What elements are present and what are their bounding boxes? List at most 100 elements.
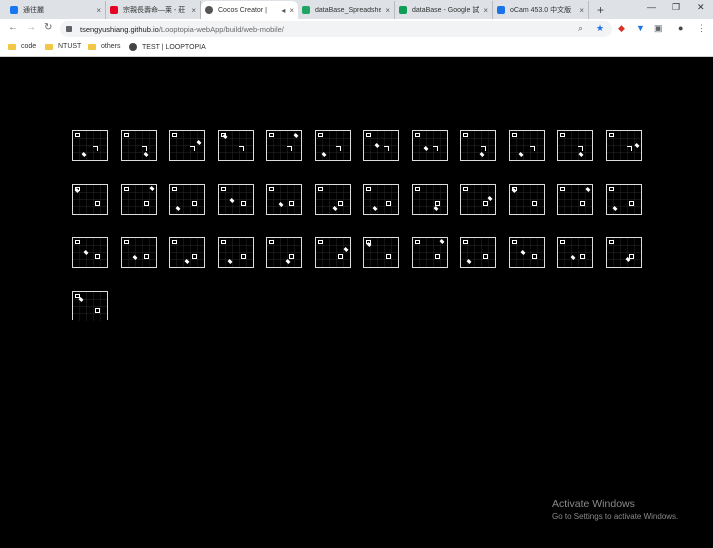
close-icon[interactable]: ×: [579, 6, 584, 15]
level-tile[interactable]: [363, 130, 399, 161]
facebook-icon: [10, 6, 18, 14]
goal-marker: [190, 146, 195, 151]
level-tile[interactable]: [169, 237, 205, 268]
url-path: /Looptopia-webApp/build/web-mobile/: [158, 24, 284, 34]
tab-label: dataBase_Spreadshe: [315, 6, 382, 14]
tab-facebook[interactable]: 通往麗 ×: [6, 1, 106, 19]
shield-icon[interactable]: ◆: [618, 23, 625, 34]
level-tile[interactable]: [314, 183, 351, 215]
level-tile[interactable]: [460, 130, 496, 161]
goal-marker: [531, 200, 537, 206]
tab-cocos-creator[interactable]: Cocos Creator | ◂ ×: [201, 1, 298, 19]
forward-icon[interactable]: →: [26, 22, 36, 33]
close-icon[interactable]: ×: [191, 6, 196, 15]
avatar[interactable]: ●: [678, 23, 683, 33]
level-tile[interactable]: [363, 183, 399, 215]
address-bar[interactable]: tsengyushiang.github.io /Looptopia-webAp…: [60, 21, 612, 37]
start-marker: [220, 186, 226, 191]
goal-marker: [238, 146, 244, 151]
level-tile[interactable]: [411, 130, 448, 161]
level-tile[interactable]: [217, 183, 254, 215]
goal-marker: [483, 254, 488, 259]
goal-marker: [192, 254, 197, 259]
globe-icon: [129, 43, 137, 51]
lock-icon: [66, 26, 72, 32]
game-canvas[interactable]: [0, 57, 713, 548]
level-tile[interactable]: [460, 183, 496, 215]
level-tile[interactable]: [72, 237, 108, 268]
bookmark-label: others: [101, 43, 121, 50]
level-tile[interactable]: [460, 237, 496, 268]
speaker-icon[interactable]: ◂: [281, 6, 285, 15]
level-tile[interactable]: [363, 237, 399, 268]
level-tile[interactable]: [557, 183, 593, 215]
bookmark-looptopia[interactable]: TEST | LOOPTOPIA: [129, 43, 206, 51]
bookmark-label: NTUST: [58, 43, 82, 50]
tab-ocam[interactable]: oCam 453.0 中文版 ×: [493, 1, 589, 19]
close-icon[interactable]: ×: [385, 6, 390, 15]
level-tile[interactable]: [169, 130, 205, 161]
new-tab-button[interactable]: +: [597, 3, 604, 17]
level-tile[interactable]: [605, 130, 642, 161]
close-icon[interactable]: ×: [96, 6, 101, 15]
tab-pinterest[interactable]: 宗親長壽命—莱 - 莊 ×: [106, 1, 201, 19]
level-tile[interactable]: [72, 290, 108, 321]
restore-icon[interactable]: ❐: [672, 2, 680, 13]
folder-icon: [88, 43, 96, 50]
start-marker: [269, 240, 274, 244]
ocam-icon: [497, 6, 505, 14]
level-tile[interactable]: [120, 183, 157, 215]
level-tile[interactable]: [508, 130, 545, 161]
bookmark-label: code: [21, 43, 37, 50]
level-tile[interactable]: [169, 183, 205, 215]
goal-marker: [628, 200, 634, 206]
bookmark-ntust[interactable]: NTUST: [45, 43, 81, 50]
level-tile[interactable]: [266, 237, 302, 268]
level-tile[interactable]: [314, 237, 351, 268]
bookmark-code[interactable]: code: [8, 43, 36, 50]
start-marker: [414, 240, 420, 244]
search-icon[interactable]: ⌕: [578, 23, 583, 34]
level-tile[interactable]: [411, 183, 448, 215]
bookmark-others[interactable]: others: [88, 43, 120, 50]
start-marker: [172, 133, 177, 137]
folder-icon: [45, 43, 53, 50]
level-tile[interactable]: [314, 130, 351, 161]
level-tile[interactable]: [72, 130, 108, 161]
close-icon[interactable]: ×: [483, 6, 488, 15]
screenshot-icon[interactable]: ▣: [654, 23, 663, 34]
level-tile[interactable]: [557, 130, 593, 161]
level-tile[interactable]: [605, 237, 642, 268]
level-tile[interactable]: [411, 237, 448, 268]
goal-marker: [529, 146, 535, 151]
start-marker: [560, 186, 565, 191]
browser-toolbar: ← → ↻ tsengyushiang.github.io /Looptopia…: [0, 19, 713, 39]
level-tile[interactable]: [120, 237, 157, 268]
google-sheets-icon: [399, 6, 407, 14]
reload-icon[interactable]: ↻: [44, 22, 52, 33]
level-tile[interactable]: [217, 130, 254, 161]
menu-icon[interactable]: ⋮: [697, 23, 706, 34]
star-icon[interactable]: ★: [596, 23, 604, 34]
level-tile[interactable]: [605, 183, 642, 215]
tab-strip: 通往麗 × 宗親長壽命—莱 - 莊 × Cocos Creator | ◂ × …: [0, 0, 713, 19]
goal-marker: [626, 146, 632, 151]
back-icon[interactable]: ←: [8, 22, 18, 33]
level-tile[interactable]: [557, 237, 593, 268]
level-tile[interactable]: [266, 130, 302, 161]
level-tile[interactable]: [72, 183, 108, 215]
goal-marker: [287, 146, 292, 151]
watermark-title: Activate Windows: [552, 498, 635, 510]
tab-spreadsheet[interactable]: dataBase_Spreadshe ×: [298, 1, 395, 19]
level-tile[interactable]: [266, 183, 302, 215]
level-tile[interactable]: [120, 130, 157, 161]
level-tile[interactable]: [217, 237, 254, 268]
tab-google-sheets[interactable]: dataBase - Google 試 ×: [395, 1, 493, 19]
minimize-icon[interactable]: —: [647, 2, 656, 12]
level-tile[interactable]: [508, 237, 545, 268]
start-marker: [123, 133, 129, 137]
close-window-icon[interactable]: ✕: [697, 2, 705, 13]
close-icon[interactable]: ×: [289, 6, 294, 15]
extension-v-icon[interactable]: ▼: [636, 23, 645, 33]
level-tile[interactable]: [508, 183, 545, 215]
